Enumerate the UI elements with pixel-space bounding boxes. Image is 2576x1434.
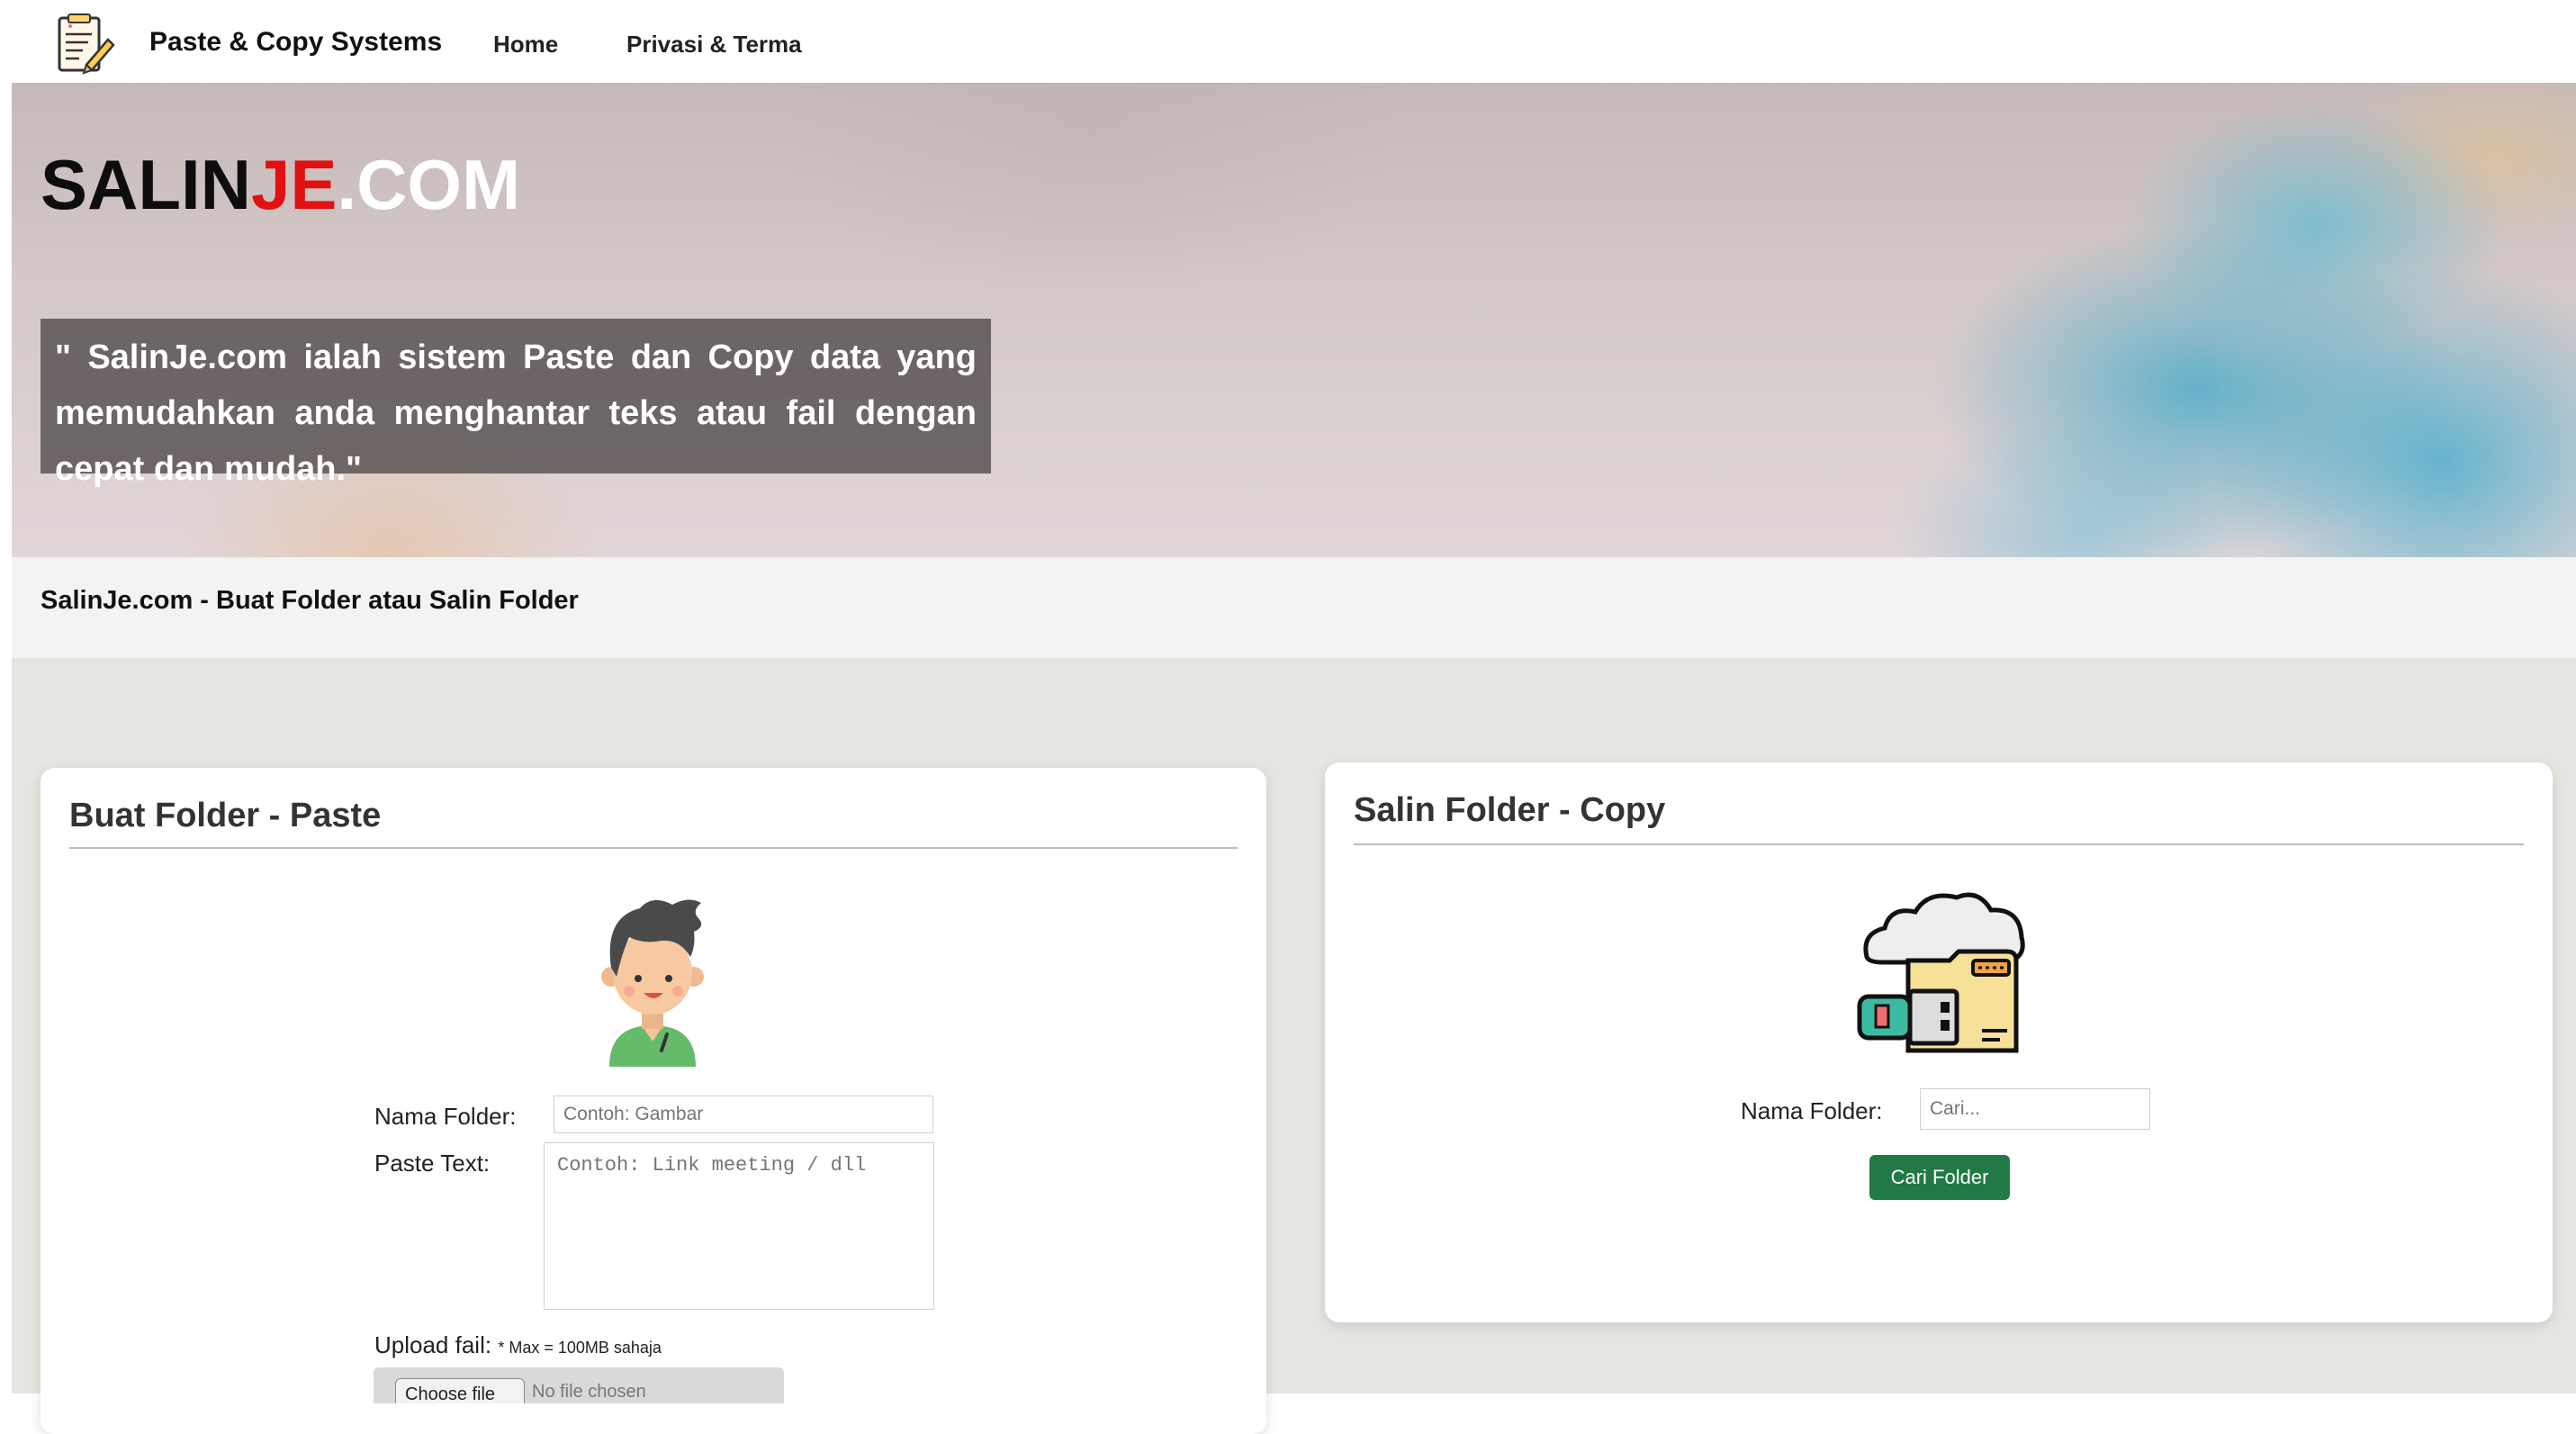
paste-card-divider [69,847,1238,849]
paste-folder-label: Nama Folder: [374,1103,517,1130]
main-content: Buat Folder - Paste Nama Folder: Contoh:… [12,658,2576,1434]
copy-card: Salin Folder - Copy Nama Folder: Cari Fo… [1325,762,2553,1322]
upload-size-note: * Max = 100MB sahaja [498,1339,662,1357]
copy-card-title: Salin Folder - Copy [1354,791,1666,829]
hero-title-je: JE [251,145,338,224]
nav-brand[interactable]: Paste & Copy Systems [149,27,442,58]
nav-link-home[interactable]: Home [493,31,558,59]
paste-card: Buat Folder - Paste Nama Folder: Contoh:… [41,768,1266,1434]
nav-link-privasi-terma[interactable]: Privasi & Terma [626,31,802,59]
copy-card-divider [1354,843,2524,845]
paste-card-title: Buat Folder - Paste [69,797,382,834]
copy-folder-label: Nama Folder: [1741,1097,1883,1124]
hero-quote: " SalinJe.com ialah sistem Paste dan Cop… [41,319,991,488]
paste-text-label: Paste Text: [374,1150,491,1177]
paste-text-area[interactable] [544,1142,934,1310]
copy-folder-search-input[interactable] [1920,1088,2150,1130]
hero-banner: SALINJE.COM " SalinJe.com ialah sistem P… [12,83,2576,557]
cloud-folder-usb-icon [1857,892,2025,1053]
hero-title-com: .COM [337,145,521,224]
cari-folder-button[interactable]: Cari Folder [1869,1155,2010,1200]
file-upload-field[interactable]: Choose file No file chosen [374,1367,784,1403]
choose-file-button[interactable]: Choose file [395,1378,525,1403]
hero-title: SALINJE.COM [41,144,520,226]
file-status-text: No file chosen [532,1382,646,1402]
notepad-pencil-logo-icon[interactable] [52,13,117,77]
hero-title-salin: SALIN [41,145,251,224]
upload-label-row: Upload fail: * Max = 100MB sahaja [374,1331,662,1359]
subheader-text: SalinJe.com - Buat Folder atau Salin Fol… [41,586,579,615]
paste-folder-input[interactable] [554,1096,933,1133]
user-avatar-icon [601,899,704,1067]
subheader-bar: SalinJe.com - Buat Folder atau Salin Fol… [12,557,2576,658]
left-edge-strip [0,83,12,1393]
upload-label: Upload fail: [374,1331,492,1358]
navbar: Paste & Copy Systems Home Privasi & Term… [0,0,2576,83]
